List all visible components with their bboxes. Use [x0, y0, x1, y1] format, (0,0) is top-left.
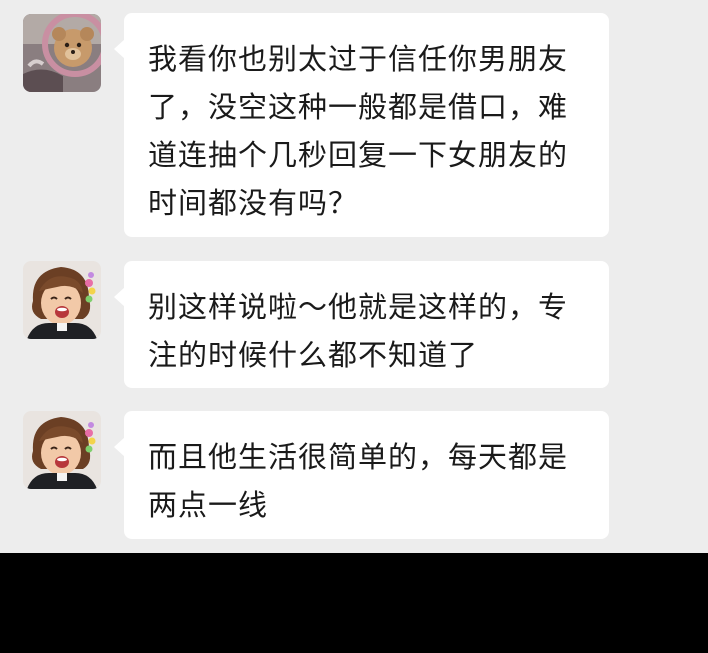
message-bubble[interactable]: 而且他生活很简单的，每天都是 两点一线 [114, 411, 609, 539]
avatar[interactable] [23, 411, 101, 489]
teddy-bear-avatar-icon [23, 14, 101, 92]
bottom-black-band [0, 553, 708, 653]
avatar[interactable] [23, 14, 101, 92]
laughing-child-avatar-icon [23, 411, 101, 489]
message-bubble[interactable]: 别这样说啦～他就是这样的，专 注的时候什么都不知道了 [114, 261, 609, 388]
message-line: 时间都没有吗？ [148, 186, 359, 220]
message-line: 两点一线 [148, 488, 269, 522]
message-line: 别这样说啦～他就是这样的，专 [148, 290, 569, 324]
message-line: 而且他生活很简单的，每天都是 [148, 440, 569, 474]
message-line: 了，没空这种一般都是借口，难 [148, 90, 569, 124]
message-bubble[interactable]: 我看你也别太过于信任你男朋友 了，没空这种一般都是借口，难 道连抽个几秒回复一下… [114, 13, 609, 237]
message-line: 注的时候什么都不知道了 [148, 338, 479, 372]
message-line: 道连抽个几秒回复一下女朋友的 [148, 138, 569, 172]
message-line: 我看你也别太过于信任你男朋友 [148, 42, 569, 76]
laughing-child-avatar-icon [23, 261, 101, 339]
avatar[interactable] [23, 261, 101, 339]
chat-panel: 我看你也别太过于信任你男朋友 了，没空这种一般都是借口，难 道连抽个几秒回复一下… [0, 0, 708, 553]
